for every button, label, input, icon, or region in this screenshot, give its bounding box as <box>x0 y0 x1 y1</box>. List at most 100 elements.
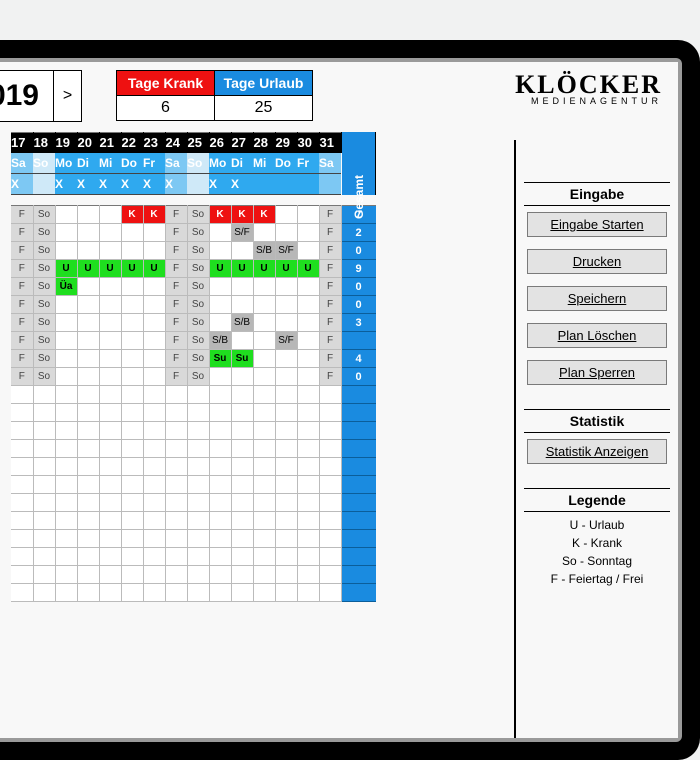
calendar-cell[interactable] <box>297 494 319 512</box>
calendar-cell[interactable] <box>143 458 165 476</box>
calendar-cell[interactable] <box>165 422 187 440</box>
calendar-cell[interactable]: F <box>165 296 187 314</box>
calendar-cell[interactable]: F <box>11 278 33 296</box>
calendar-cell[interactable]: U <box>253 260 275 278</box>
calendar-cell[interactable] <box>121 476 143 494</box>
calendar-cell[interactable] <box>209 242 231 260</box>
calendar-cell[interactable] <box>77 242 99 260</box>
calendar-cell[interactable] <box>319 458 341 476</box>
calendar-cell[interactable]: So <box>33 368 55 386</box>
calendar-cell[interactable] <box>77 314 99 332</box>
calendar-cell[interactable]: So <box>33 278 55 296</box>
calendar-cell[interactable] <box>165 404 187 422</box>
calendar-cell[interactable] <box>231 584 253 602</box>
calendar-cell[interactable] <box>319 548 341 566</box>
save-button[interactable]: Speichern <box>527 286 667 311</box>
calendar-cell[interactable] <box>55 584 77 602</box>
calendar-cell[interactable] <box>11 440 33 458</box>
show-stats-button[interactable]: Statistik Anzeigen <box>527 439 667 464</box>
calendar-cell[interactable] <box>55 368 77 386</box>
calendar-cell[interactable]: F <box>11 332 33 350</box>
calendar-cell[interactable] <box>297 548 319 566</box>
calendar-cell[interactable] <box>143 350 165 368</box>
calendar-cell[interactable]: F <box>11 242 33 260</box>
calendar-cell[interactable] <box>99 224 121 242</box>
calendar-cell[interactable] <box>297 440 319 458</box>
calendar-cell[interactable] <box>253 332 275 350</box>
calendar-cell[interactable] <box>209 584 231 602</box>
calendar-cell[interactable] <box>231 458 253 476</box>
calendar-cell[interactable] <box>77 224 99 242</box>
calendar-cell[interactable] <box>275 458 297 476</box>
calendar-cell[interactable] <box>187 494 209 512</box>
calendar-cell[interactable] <box>165 440 187 458</box>
calendar-cell[interactable] <box>297 314 319 332</box>
calendar-cell[interactable] <box>55 206 77 224</box>
calendar-cell[interactable] <box>33 422 55 440</box>
calendar-cell[interactable] <box>143 368 165 386</box>
calendar-cell[interactable] <box>275 278 297 296</box>
calendar-cell[interactable] <box>143 224 165 242</box>
calendar-cell[interactable] <box>11 566 33 584</box>
calendar-cell[interactable] <box>99 584 121 602</box>
calendar-cell[interactable] <box>55 242 77 260</box>
calendar-cell[interactable] <box>121 224 143 242</box>
calendar-cell[interactable] <box>187 404 209 422</box>
calendar-cell[interactable] <box>143 494 165 512</box>
calendar-cell[interactable]: Üa <box>55 278 77 296</box>
calendar-cell[interactable] <box>77 512 99 530</box>
calendar-cell[interactable] <box>11 422 33 440</box>
calendar-cell[interactable] <box>121 458 143 476</box>
calendar-cell[interactable] <box>209 422 231 440</box>
lock-plan-button[interactable]: Plan Sperren <box>527 360 667 385</box>
calendar-cell[interactable]: So <box>187 332 209 350</box>
calendar-cell[interactable] <box>77 404 99 422</box>
calendar-cell[interactable] <box>253 404 275 422</box>
calendar-cell[interactable] <box>187 476 209 494</box>
calendar-cell[interactable] <box>231 566 253 584</box>
calendar-cell[interactable] <box>319 404 341 422</box>
calendar-cell[interactable] <box>55 422 77 440</box>
calendar-cell[interactable]: So <box>187 224 209 242</box>
calendar-cell[interactable]: F <box>11 296 33 314</box>
calendar-cell[interactable] <box>143 332 165 350</box>
calendar-cell[interactable]: So <box>187 278 209 296</box>
calendar-cell[interactable]: U <box>77 260 99 278</box>
calendar-cell[interactable]: F <box>319 332 341 350</box>
calendar-cell[interactable] <box>209 314 231 332</box>
calendar-cell[interactable] <box>297 350 319 368</box>
calendar-cell[interactable] <box>319 476 341 494</box>
calendar-cell[interactable] <box>121 386 143 404</box>
calendar-cell[interactable] <box>55 296 77 314</box>
calendar-cell[interactable] <box>33 530 55 548</box>
calendar-cell[interactable] <box>121 296 143 314</box>
calendar-cell[interactable] <box>275 548 297 566</box>
calendar-cell[interactable] <box>275 512 297 530</box>
calendar-cell[interactable]: F <box>11 368 33 386</box>
calendar-cell[interactable] <box>55 386 77 404</box>
calendar-cell[interactable]: F <box>319 350 341 368</box>
calendar-cell[interactable]: U <box>275 260 297 278</box>
calendar-cell[interactable] <box>209 368 231 386</box>
calendar-cell[interactable] <box>77 332 99 350</box>
calendar-cell[interactable] <box>121 332 143 350</box>
calendar-cell[interactable] <box>319 584 341 602</box>
calendar-cell[interactable]: F <box>11 350 33 368</box>
calendar-cell[interactable]: F <box>165 260 187 278</box>
calendar-cell[interactable] <box>275 350 297 368</box>
calendar-cell[interactable] <box>99 512 121 530</box>
calendar-cell[interactable] <box>187 458 209 476</box>
calendar-cell[interactable] <box>253 278 275 296</box>
calendar-cell[interactable]: So <box>33 242 55 260</box>
calendar-cell[interactable]: F <box>165 206 187 224</box>
calendar-cell[interactable] <box>99 494 121 512</box>
calendar-cell[interactable] <box>77 494 99 512</box>
calendar-cell[interactable] <box>253 566 275 584</box>
calendar-cell[interactable] <box>165 512 187 530</box>
calendar-cell[interactable] <box>99 386 121 404</box>
calendar-cell[interactable]: U <box>297 260 319 278</box>
calendar-cell[interactable] <box>187 386 209 404</box>
calendar-cell[interactable] <box>275 476 297 494</box>
calendar-cell[interactable]: So <box>33 296 55 314</box>
calendar-cell[interactable] <box>11 458 33 476</box>
